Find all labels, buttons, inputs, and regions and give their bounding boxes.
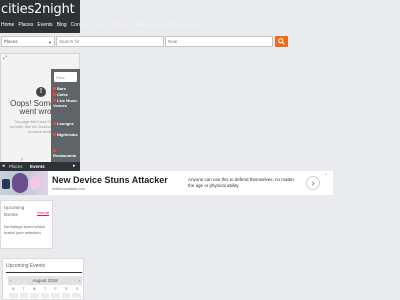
site-header: cities2night Home Places Events Blog Con… [0,0,400,33]
checkbox-icon[interactable] [53,93,56,96]
category-select[interactable]: Places ▼ [1,36,55,47]
view-all-link[interactable]: View all [37,211,49,215]
calendar-day[interactable] [30,293,39,298]
category-live-music[interactable]: Live Music Venues [53,98,80,108]
nav-contact[interactable]: Contact [70,22,91,32]
calendar-header: ‹ August 2018 › [8,276,82,285]
category-filter-panel: Filter Bars Cafes Live Music Venues Loun… [51,69,80,164]
ad-title[interactable]: New Device Stuns Attacker [52,175,168,185]
search-icon [278,38,285,45]
nav-add-event[interactable]: Add Event [134,22,161,32]
ad-description: Anyone can use this to defend themselves… [188,177,295,188]
nav-home[interactable]: Home [0,22,17,32]
category-nightclubs[interactable]: Nightclubs [53,132,80,137]
nav-blog[interactable]: Blog [56,22,70,32]
ad-choices-icon[interactable]: ▷ [325,172,327,176]
checkbox-icon[interactable] [53,149,56,152]
ad-banner[interactable]: New Device Stuns Attacker bellefenceatta… [0,171,333,195]
calendar-weekdays: M T W T F S S [8,287,82,291]
checkbox-icon[interactable] [53,87,56,90]
nav-places[interactable]: Places [17,22,36,32]
calendar-day[interactable] [51,293,60,298]
checkbox-icon[interactable] [53,133,56,136]
ad-image[interactable] [0,171,48,195]
keyword-input[interactable]: Search for [56,36,164,47]
divider [6,272,82,273]
tab-events[interactable]: Events [30,164,45,169]
category-select-value: Places [4,39,18,44]
weekday: M [11,287,15,291]
nav-events[interactable]: Events [36,22,55,32]
weekday: S [75,287,78,291]
checkbox-icon[interactable] [53,122,56,125]
calendar-day[interactable] [61,293,71,298]
calendar-month: August 2018 [32,278,58,283]
error-icon: ! [36,87,46,97]
calendar-day[interactable] [40,293,50,298]
weekday: T [22,287,25,291]
category-lounges[interactable]: Lounges [53,121,80,126]
nav-news[interactable]: News [91,22,108,32]
panel-title: Upcoming Events [6,263,46,269]
chevron-right-icon[interactable]: ▸ [73,163,76,169]
main-nav: Home Places Events Blog Contact News Add… [0,22,203,32]
weekday: F [54,287,57,291]
nav-add-blog[interactable]: Add Blog Entries [161,22,202,32]
calendar: ‹ August 2018 › M T W T F S S [8,276,82,298]
panel-title: Upcoming Events [4,205,25,217]
prev-month-icon[interactable]: ‹ [10,276,12,285]
tab-places[interactable]: Places [9,164,23,169]
weekday: W [32,287,37,291]
chevron-left-icon[interactable]: ◂ [2,163,5,169]
category-restaurants[interactable]: Restaurants [53,148,80,158]
search-bar: Places ▼ Search for Near [0,36,400,48]
checkbox-icon[interactable] [53,99,56,102]
weekday: T [43,287,47,291]
weekday: S [65,287,68,291]
calendar-day[interactable] [19,293,29,298]
logo-text[interactable]: cities2night [1,2,75,17]
location-input[interactable]: Near [165,36,273,47]
caret-down-icon: ▼ [48,40,52,45]
ad-source: bellefenceattack.com [52,187,85,191]
widget-tabs: ◂ Places Events ▸ [0,162,80,171]
chevron-right-icon[interactable]: › [306,176,320,190]
nav-add-place[interactable]: Add Place [107,22,134,32]
next-month-icon[interactable]: › [79,276,81,285]
empty-message: No listings found which match your selec… [4,224,45,235]
category-cafes[interactable]: Cafes [53,92,80,97]
calendar-day[interactable] [72,293,82,298]
search-button[interactable] [275,36,288,47]
calendar-day[interactable] [9,293,18,298]
calendar-week [8,293,82,298]
fullscreen-icon[interactable]: ⤢ [3,55,7,61]
filter-input[interactable]: Filter [54,72,77,82]
upcoming-events-calendar: Upcoming Events ‹ August 2018 › M T W T … [2,258,84,300]
upcoming-events-panel: Upcoming Events View all No listings fou… [0,200,53,249]
category-bars[interactable]: Bars [53,86,80,91]
